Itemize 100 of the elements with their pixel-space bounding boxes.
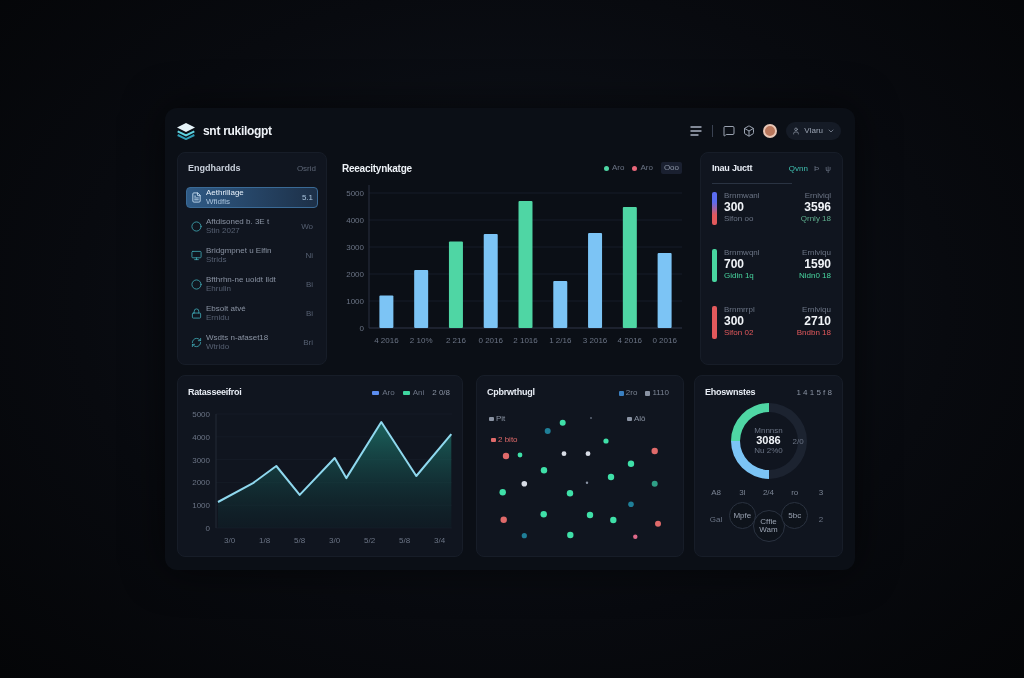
item-value: 5.1 (301, 191, 313, 204)
y-tick-label: 2000 (346, 270, 364, 279)
stat-value: 700 (724, 257, 745, 272)
stat-label: A8 (711, 487, 721, 499)
y-tick-label: 3000 (192, 455, 210, 465)
monitor-icon (191, 250, 202, 261)
chat-icon[interactable] (723, 125, 736, 137)
item-title: Ebsolt atvé (206, 305, 246, 313)
x-tick-label: 0 2016 (652, 336, 677, 345)
y-tick-label: 2000 (192, 478, 210, 488)
x-tick-label: 5/8 (399, 536, 411, 545)
donut-sub: Nu 2%0 (754, 446, 783, 456)
x-tick-label: 2 10% (409, 336, 433, 345)
tab[interactable]: Qvnn (788, 163, 808, 175)
item-title: Wsdts n-afaset18 (206, 334, 269, 342)
refresh-icon (191, 337, 202, 348)
legend-label: 1110 (652, 387, 669, 399)
stat-value: 3596 (804, 200, 831, 215)
y-tick-label: 4000 (346, 216, 364, 225)
y-tick-label: 5000 (346, 189, 364, 198)
x-tick-label: 1 2/16 (549, 336, 572, 345)
panel-action[interactable]: Osrid (296, 163, 316, 175)
stat-note: Gidin 1q (724, 271, 755, 281)
item-title: Bridgmpnet u Elfin (206, 247, 272, 255)
y-tick-label: 1000 (192, 501, 210, 511)
bar (414, 269, 429, 328)
account-button[interactable]: Vlaru (786, 122, 841, 140)
lock-icon (191, 308, 202, 319)
filter-button[interactable]: Ooo (660, 162, 682, 174)
item-value: Bri (303, 336, 313, 349)
stat-note: Bndbn 18 (796, 328, 831, 338)
stat-bubble: Cffie Wam (752, 510, 785, 542)
item-subtitle: Stin 2027 (206, 227, 241, 235)
y-tick-label: 5000 (192, 410, 210, 419)
list-item[interactable]: Wsdts n-afaset18 Wtrido Bri (186, 332, 318, 353)
donut-value: 3086 (756, 435, 781, 447)
stat-note: Nidn0 18 (798, 271, 831, 281)
item-subtitle: Wfidfis (206, 198, 231, 206)
stat-label: Brnmrrpl (724, 306, 755, 315)
item-value: Wo (301, 220, 313, 233)
x-tick-label: 5/8 (294, 536, 306, 545)
ring-label: 2/0 (792, 436, 804, 448)
user-icon (792, 127, 801, 135)
legend-label: Ani (412, 387, 425, 399)
item-title: Bfthrhn-ne uoldt Ildt (206, 276, 276, 284)
circle-icon (191, 221, 202, 232)
donut-label: Mnnnsn (754, 426, 783, 436)
x-tick-label: 4 2016 (374, 336, 399, 345)
logo-icon (177, 122, 195, 140)
x-tick-label: 3/0 (329, 536, 341, 545)
document-icon (191, 192, 202, 203)
stat-value: 300 (724, 200, 746, 215)
stat-label: Ernlviqu (802, 306, 831, 315)
x-tick-label: 4 2016 (617, 336, 643, 345)
y-tick-label: 0 (205, 524, 210, 533)
item-subtitle: Ernidu (206, 314, 231, 322)
stat-label: ro (791, 487, 799, 499)
chart-meta: 1 4 1 5 f 8 (796, 387, 832, 399)
stat-label: 3l (739, 487, 746, 499)
x-tick-label: 2 216 (445, 336, 466, 345)
y-tick-label: 3000 (346, 243, 364, 252)
list-item[interactable]: Ebsolt atvé Ernidu Bi (186, 303, 318, 324)
list-icon[interactable] (690, 126, 703, 136)
stat-bubble: 5bc (781, 502, 809, 529)
x-tick-label: 0 2016 (478, 336, 503, 345)
stat-value: 1590 (804, 257, 831, 272)
x-tick-label: 5/2 (364, 536, 376, 545)
x-tick-label: 3/4 (434, 536, 446, 545)
item-subtitle: Strids (206, 256, 228, 264)
stat-label: Gal (709, 514, 723, 526)
period-label: 2 0/8 (432, 387, 450, 399)
legend-label: Aro (382, 387, 395, 399)
stat-label: Brnmwqnl (724, 249, 760, 258)
stat-label: Ernlviql (804, 192, 831, 201)
bar (379, 295, 394, 328)
avatar-icon[interactable] (763, 124, 778, 138)
y-tick-label: 4000 (192, 432, 210, 442)
list-item[interactable]: Bridgmpnet u Elfin Strids Ni (186, 245, 318, 266)
item-subtitle: Ehrulin (206, 285, 232, 293)
chart-title: Ratasseeifroi (188, 386, 242, 400)
box-icon[interactable] (743, 125, 756, 137)
list-item[interactable]: Aftdisoned b. 3E t Stin 2027 Wo (186, 216, 318, 237)
legend-label: 2ro (625, 387, 638, 399)
app-title: snt rukilogpt (203, 123, 272, 140)
list-item[interactable]: Aethrillage Wfidfis 5.1 (186, 187, 318, 208)
list-item[interactable]: Bfthrhn-ne uoldt Ildt Ehrulin Bi (186, 274, 318, 295)
y-tick-label: 0 (359, 324, 364, 333)
stat-label: Brnmwanl (724, 192, 760, 201)
x-tick-label: 1/8 (259, 536, 271, 545)
bar (553, 281, 568, 328)
item-subtitle: Wtrido (206, 343, 231, 351)
tab[interactable]: Þ (813, 163, 820, 175)
tab[interactable]: ψ (825, 163, 831, 175)
chart-title: Reeacitynkatge (342, 161, 412, 176)
chart-title: Ehoswnstes (705, 386, 756, 400)
stat-label: Ernlviqu (802, 249, 831, 258)
legend-label: Aro (611, 162, 625, 174)
legend-label: Aro (640, 162, 653, 174)
x-tick-label: 3 2016 (582, 336, 608, 345)
stat-bubble: Mpfe (728, 502, 756, 529)
